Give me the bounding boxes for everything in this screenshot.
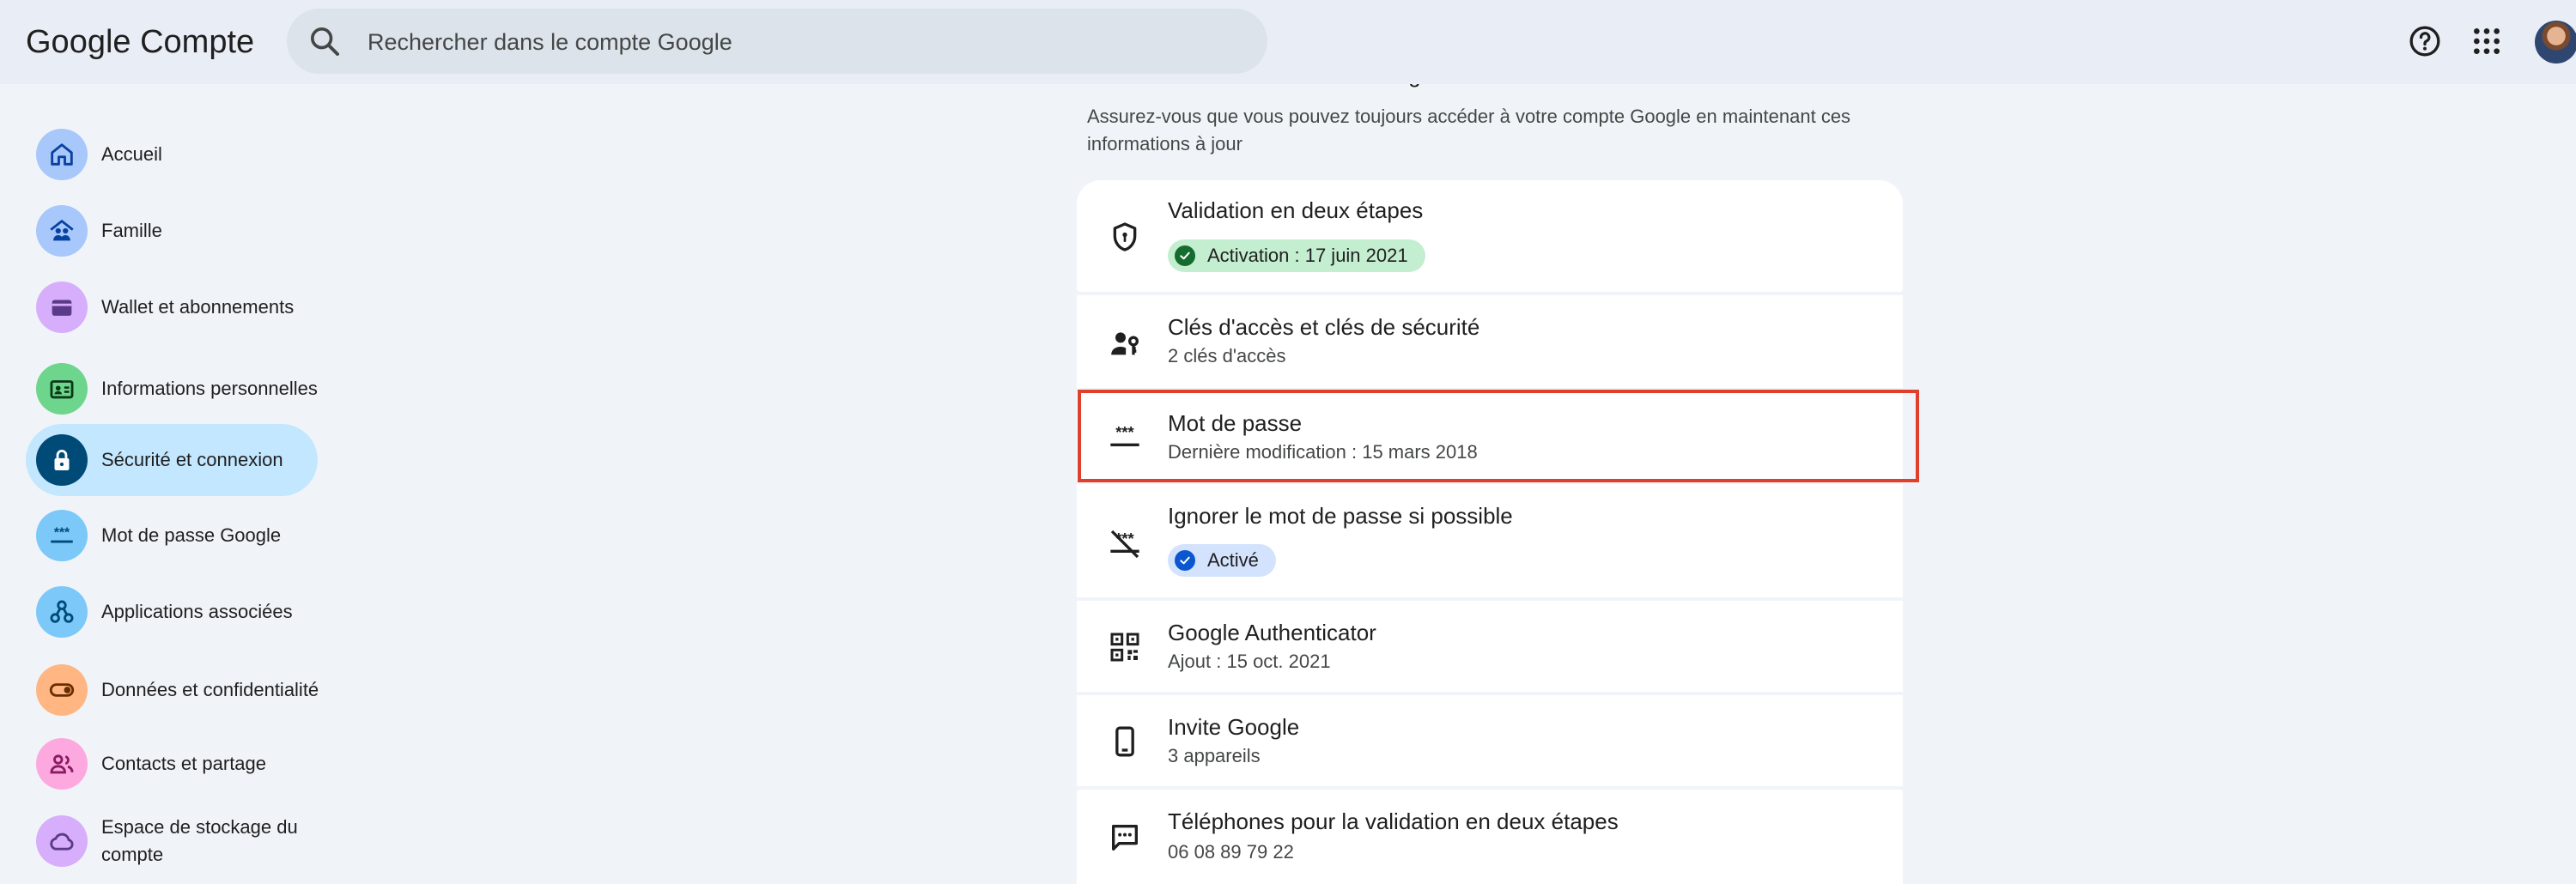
id-card-icon [36, 363, 88, 415]
row-subtitle: Ajout : 15 oct. 2021 [1168, 651, 1331, 672]
chip-label: Activation : 17 juin 2021 [1207, 245, 1408, 266]
logo-product: Compte [140, 24, 255, 60]
qr-code-icon [1110, 633, 1139, 662]
sidebar-item-applications-associees[interactable]: Applications associées [26, 576, 318, 648]
row-google-authenticator[interactable]: Google Authenticator Ajout : 15 oct. 202… [1077, 601, 1903, 692]
sidebar-item-label: Accueil [101, 143, 162, 165]
sms-icon [1112, 825, 1138, 851]
sidebar-item-label: Wallet et abonnements [101, 296, 295, 318]
row-invite-google[interactable]: Invite Google 3 appareils [1077, 695, 1903, 786]
sidebar-item-label: Famille [101, 220, 162, 241]
row-title: Google Authenticator [1168, 620, 1376, 645]
sidebar-item-label: Données et confidentialité [101, 679, 319, 700]
row-title: Ignorer le mot de passe si possible [1168, 503, 1513, 529]
apps-grid-icon[interactable] [2470, 24, 2504, 58]
row-ignorer-mot-de-passe[interactable]: *** Ignorer le mot de passe si possible … [1077, 484, 1903, 597]
sidebar-item-accueil[interactable]: Accueil [26, 118, 318, 191]
sidebar-item-label: Contacts et partage [101, 753, 267, 774]
sidebar-item-espace-stockage[interactable]: Espace de stockage du compte [26, 800, 318, 882]
google-account-logo[interactable]: Google Compte [26, 24, 254, 61]
row-title: Invite Google [1168, 714, 1300, 740]
shield-icon [1113, 222, 1137, 251]
sidebar-item-mot-de-passe-google[interactable]: *** Mot de passe Google [26, 500, 318, 572]
connected-apps-icon [36, 586, 88, 638]
password-dots-icon: *** [1110, 423, 1139, 446]
top-app-bar: Google Compte [0, 0, 2576, 84]
row-subtitle: 2 clés d'accès [1168, 345, 1286, 366]
sidebar-item-donnees-confidentialite[interactable]: Données et confidentialité [26, 649, 319, 731]
row-telephones-validation[interactable]: Téléphones pour la validation en deux ét… [1077, 790, 1903, 884]
check-icon [1175, 550, 1195, 571]
sidebar-item-label: Applications associées [101, 601, 293, 622]
status-chip: Activé [1168, 544, 1276, 577]
sidebar-item-contacts-partage[interactable]: Contacts et partage [26, 728, 318, 800]
row-validation-deux-etapes[interactable]: Validation en deux étapes Activation : 1… [1077, 180, 1903, 292]
home-icon [36, 129, 88, 180]
chip-label: Activé [1207, 549, 1259, 571]
sidebar-item-wallet[interactable]: Wallet et abonnements [26, 271, 318, 343]
svg-text:***: *** [1115, 423, 1134, 441]
sidebar-item-informations-personnelles[interactable]: Informations personnelles [26, 348, 318, 430]
row-subtitle: Dernière modification : 15 mars 2018 [1168, 441, 1478, 463]
section-subtitle: Assurez-vous que vous pouvez toujours ac… [1087, 106, 1851, 154]
help-icon[interactable] [2408, 24, 2442, 58]
search-input[interactable] [366, 19, 1228, 65]
cloud-icon [36, 815, 88, 867]
toggle-icon [36, 664, 88, 716]
family-icon [36, 205, 88, 257]
password-icon: *** [36, 510, 88, 561]
password-off-icon: *** [1110, 530, 1139, 559]
row-subtitle: 3 appareils [1168, 745, 1261, 766]
phone-icon [1115, 726, 1134, 757]
row-title: Mot de passe [1168, 410, 1303, 436]
row-title: Validation en deux étapes [1168, 197, 1424, 223]
sidebar-item-label: Sécurité et connexion [101, 449, 283, 470]
row-title: Téléphones pour la validation en deux ét… [1168, 808, 1619, 834]
avatar[interactable] [2535, 21, 2576, 64]
sidebar-item-label: Mot de passe Google [101, 524, 282, 546]
row-cles-acces[interactable]: Clés d'accès et clés de sécurité 2 clés … [1077, 295, 1903, 388]
svg-text:***: *** [54, 525, 70, 540]
search-bar[interactable] [287, 9, 1267, 74]
wallet-icon [36, 282, 88, 333]
sidebar-item-label: Informations personnelles [101, 378, 318, 399]
sidebar-item-label: Espace de stockage du compte [101, 816, 298, 865]
status-chip: Activation : 17 juin 2021 [1168, 239, 1425, 272]
check-icon [1175, 245, 1195, 266]
people-icon [36, 738, 88, 790]
row-subtitle: 06 08 89 79 22 [1168, 841, 1294, 863]
logo-google: Google [26, 24, 131, 60]
lock-icon [36, 434, 88, 486]
row-title: Clés d'accès et clés de sécurité [1168, 314, 1480, 340]
passkey-icon [1111, 332, 1139, 355]
sidebar-item-famille[interactable]: Famille [26, 195, 318, 267]
row-mot-de-passe[interactable]: *** Mot de passe Dernière modification :… [1077, 391, 1903, 481]
sidebar-item-securite[interactable]: Sécurité et connexion [26, 424, 318, 496]
search-icon[interactable] [307, 24, 342, 58]
